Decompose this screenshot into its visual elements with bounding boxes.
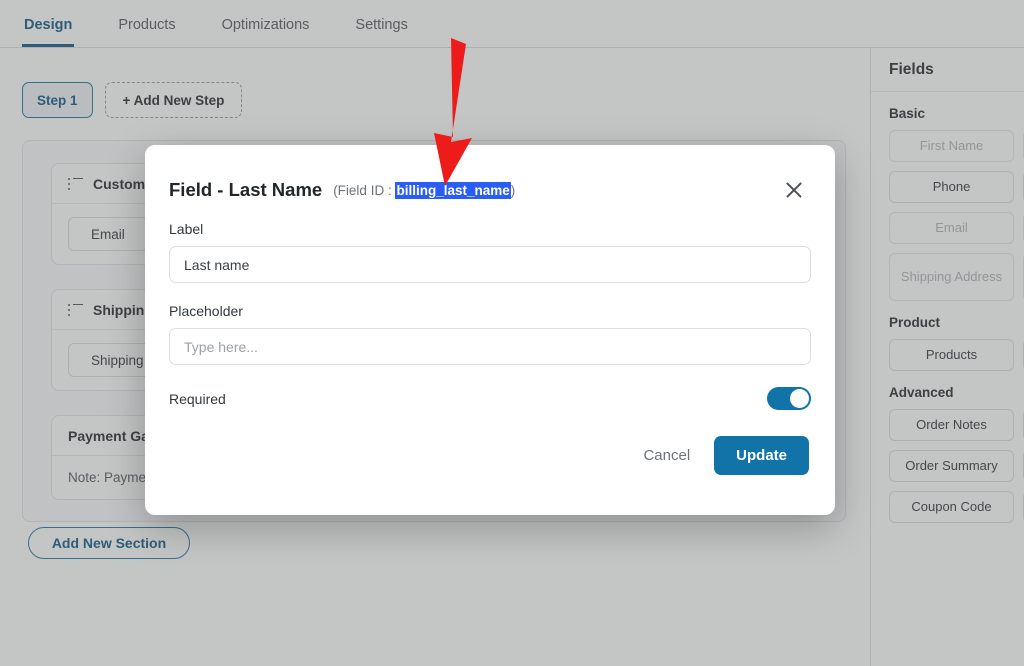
label-field-label: Label [169, 221, 204, 237]
label-input[interactable] [169, 246, 811, 283]
required-row: Required [145, 365, 835, 410]
cancel-button[interactable]: Cancel [633, 439, 700, 472]
field-id-value[interactable]: billing_last_name [395, 181, 511, 199]
close-icon[interactable] [781, 177, 807, 203]
required-toggle-knob [790, 389, 809, 408]
modal-actions: Cancel Update [145, 410, 835, 475]
field-settings-modal: Field - Last Name (Field ID : billing_la… [145, 145, 835, 515]
required-label: Required [169, 390, 226, 407]
placeholder-input[interactable] [169, 328, 811, 365]
field-id-prefix: (Field ID : [333, 182, 396, 198]
modal-body: Label Placeholder [145, 209, 835, 365]
modal-field-id: (Field ID : billing_last_name) [333, 181, 516, 199]
field-id-suffix: ) [510, 182, 516, 198]
required-toggle[interactable] [767, 387, 811, 410]
modal-title: Field - Last Name [169, 179, 323, 200]
app-root: Design Products Optimizations Settings S… [0, 0, 1024, 666]
update-button[interactable]: Update [714, 436, 809, 475]
placeholder-field-label: Placeholder [169, 303, 243, 319]
modal-header: Field - Last Name (Field ID : billing_la… [145, 145, 835, 209]
